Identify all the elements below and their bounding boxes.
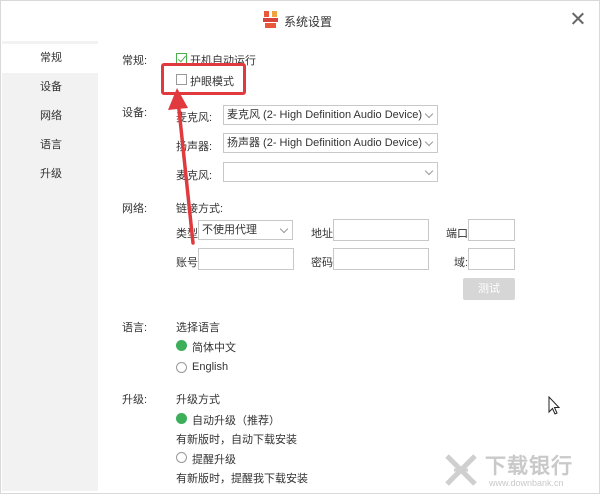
mic-select[interactable]: 麦克风 (2- High Definition Audio Device)	[223, 105, 438, 125]
app-logo-icon	[263, 11, 278, 28]
close-icon[interactable]	[569, 10, 587, 28]
upgrade-radio-remind[interactable]	[176, 452, 187, 463]
sidebar-item-upgrade[interactable]: 升级	[2, 160, 98, 189]
language-option-en: English	[192, 361, 229, 373]
upgrade-auto-desc: 有新版时，自动下载安装	[176, 434, 297, 446]
mic2-select[interactable]	[223, 162, 438, 182]
speaker-select-value: 扬声器 (2- High Definition Audio Device)	[227, 137, 423, 149]
window-title: 系统设置	[284, 15, 333, 29]
account-input[interactable]	[198, 248, 294, 270]
watermark-logo-icon	[445, 454, 477, 486]
upgrade-remind-desc: 有新版时，提醒我下载安装	[176, 473, 308, 485]
sidebar-item-language[interactable]: 语言	[2, 131, 98, 160]
mic-select-value: 麦克风 (2- High Definition Audio Device)	[227, 109, 423, 121]
network-section-label: 网络:	[122, 203, 148, 215]
chevron-down-icon	[424, 137, 434, 147]
settings-window: 系统设置 常规 设备 网络 语言 升级 常规: 开机自动运行 护眼模式 设备: …	[0, 0, 600, 494]
speaker-select[interactable]: 扬声器 (2- High Definition Audio Device)	[223, 133, 438, 153]
settings-sidebar: 常规 设备 网络 语言 升级	[2, 41, 98, 491]
sidebar-item-general[interactable]: 常规	[2, 44, 98, 73]
test-button[interactable]: 测试	[463, 278, 515, 300]
watermark-text-cn: 下载银行	[485, 455, 573, 478]
upgrade-section-label: 升级:	[122, 394, 148, 406]
annotation-arrow-icon	[168, 88, 195, 245]
language-radio-en[interactable]	[176, 362, 187, 373]
chevron-down-icon	[424, 166, 434, 176]
password-input[interactable]	[333, 248, 429, 270]
language-radio-zh[interactable]	[176, 340, 187, 351]
chevron-down-icon	[424, 109, 434, 119]
domain-input[interactable]	[468, 248, 515, 270]
sidebar-item-devices[interactable]: 设备	[2, 73, 98, 102]
watermark-text-en: www.downbank.cn	[489, 478, 564, 488]
title-bar: 系统设置	[1, 1, 600, 39]
port-input[interactable]	[468, 219, 515, 241]
watermark: 下载银行 www.downbank.cn	[443, 448, 593, 493]
general-section-label: 常规:	[122, 55, 148, 67]
sidebar-item-network[interactable]: 网络	[2, 102, 98, 131]
language-heading: 选择语言	[176, 322, 220, 334]
mouse-cursor-icon	[548, 396, 561, 415]
language-section-label: 语言:	[122, 322, 148, 334]
upgrade-remind-label: 提醒升级	[192, 454, 236, 466]
upgrade-radio-auto[interactable]	[176, 413, 187, 424]
upgrade-heading: 升级方式	[176, 394, 220, 406]
upgrade-auto-label: 自动升级（推荐）	[192, 415, 280, 427]
domain-label: 域:	[454, 257, 469, 269]
devices-section-label: 设备:	[122, 107, 148, 119]
proxy-type-value: 不使用代理	[202, 224, 257, 236]
address-input[interactable]	[333, 219, 429, 241]
proxy-type-select[interactable]: 不使用代理	[198, 220, 293, 240]
chevron-down-icon	[279, 224, 289, 234]
language-option-zh: 简体中文	[192, 342, 236, 354]
